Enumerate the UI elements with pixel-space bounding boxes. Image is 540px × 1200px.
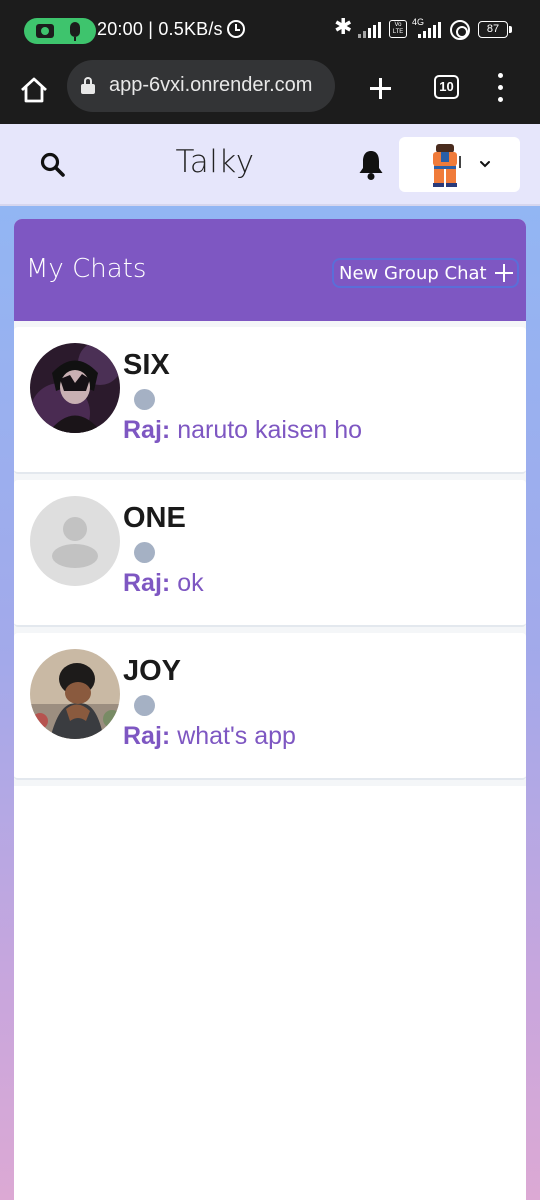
online-status-dot [134, 389, 155, 410]
chat-last-message: Raj: what's app [123, 722, 296, 751]
bell-icon [359, 151, 383, 180]
chat-list: SIX Raj: naruto kaisen ho ONE Raj: ok JO… [14, 321, 526, 786]
message-text: what's app [177, 722, 296, 750]
signal-strength-2-icon [418, 22, 444, 38]
microphone-icon [70, 22, 80, 41]
message-sender: Raj: [123, 569, 171, 597]
notifications-button[interactable] [356, 148, 386, 182]
chat-name: ONE [123, 502, 186, 534]
online-status-dot [134, 542, 155, 563]
new-group-chat-button[interactable]: New Group Chat [332, 258, 519, 288]
time-and-speed: 20:00 | 0.5KB/s [97, 19, 223, 39]
chat-item-six[interactable]: SIX Raj: naruto kaisen ho [14, 327, 526, 474]
message-text: ok [177, 569, 204, 597]
battery-indicator: 87 [478, 21, 512, 38]
tab-switcher-button[interactable]: 10 [434, 75, 459, 99]
chat-name: JOY [123, 655, 182, 687]
chevron-down-icon [480, 161, 490, 168]
chat-avatar [30, 343, 120, 433]
app-header: Talky [0, 124, 540, 206]
browser-menu-button[interactable] [490, 72, 510, 104]
home-icon [21, 77, 47, 103]
chat-last-message: Raj: ok [123, 569, 204, 598]
chat-name: SIX [123, 349, 170, 381]
status-bar: 20:00 | 0.5KB/s ✱ Vo LTE 4G 87 [0, 0, 540, 60]
bluetooth-icon: ✱ [334, 14, 353, 39]
online-status-dot [134, 695, 155, 716]
chats-header: My Chats New Group Chat [14, 219, 526, 321]
message-text: naruto kaisen ho [177, 416, 363, 444]
message-sender: Raj: [123, 722, 171, 750]
volte-icon: Vo LTE [389, 20, 407, 38]
chats-panel: My Chats New Group Chat SIX Raj: naruto … [14, 219, 526, 1200]
alarm-icon [227, 20, 245, 38]
screen-recording-indicator[interactable] [24, 18, 96, 44]
new-tab-button[interactable] [362, 70, 398, 106]
chat-item-joy[interactable]: JOY Raj: what's app [14, 633, 526, 780]
camera-icon [36, 24, 54, 38]
new-group-chat-label: New Group Chat [339, 263, 487, 284]
hotspot-icon [450, 20, 470, 40]
chats-title: My Chats [26, 254, 147, 284]
default-avatar-icon [30, 496, 120, 586]
chat-item-one[interactable]: ONE Raj: ok [14, 480, 526, 627]
address-bar[interactable]: app-6vxi.onrender.com [67, 60, 335, 112]
profile-menu-button[interactable] [399, 137, 520, 192]
user-avatar [433, 144, 461, 187]
home-button[interactable] [14, 70, 54, 110]
chat-last-message: Raj: naruto kaisen ho [123, 416, 362, 445]
browser-toolbar: app-6vxi.onrender.com 10 [0, 60, 540, 124]
message-sender: Raj: [123, 416, 171, 444]
lock-icon [81, 77, 95, 94]
url-text: app-6vxi.onrender.com [109, 74, 313, 96]
chat-avatar [30, 649, 120, 739]
signal-strength-icon [358, 22, 384, 38]
plus-icon [495, 264, 513, 282]
